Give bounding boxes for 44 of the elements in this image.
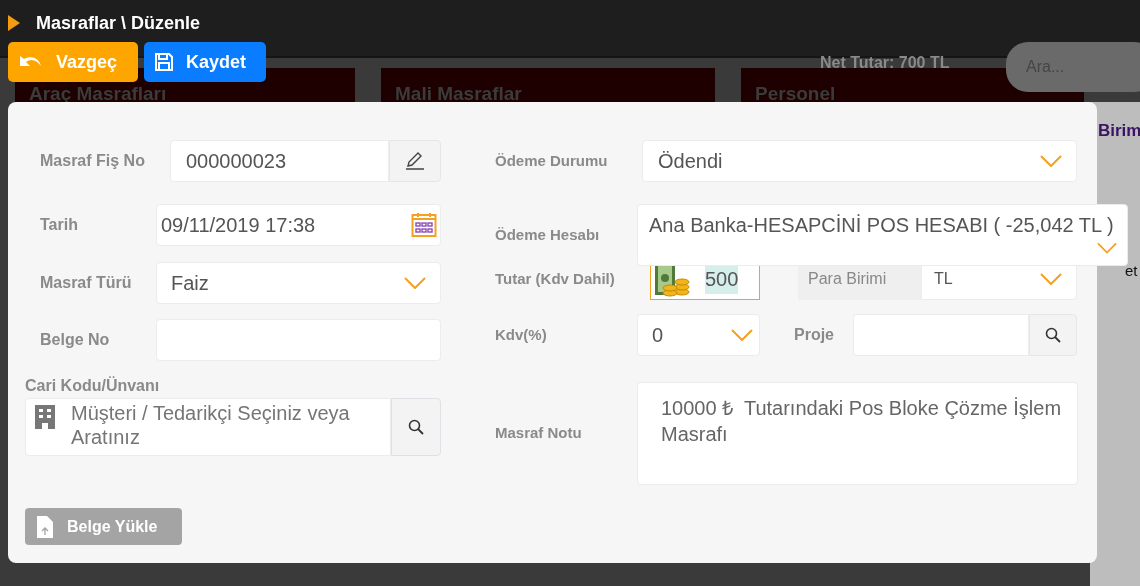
payment-status-select[interactable]: Ödendi: [642, 140, 1077, 182]
building-icon: [35, 405, 55, 429]
card-title: Mali Masraflar: [395, 82, 522, 106]
expense-type-select[interactable]: Faiz: [156, 262, 441, 304]
payment-account-select[interactable]: Ana Banka-HESAPCİNİ POS HESABI ( -25,042 TL ): [637, 204, 1128, 266]
edit-button[interactable]: [389, 140, 441, 182]
card-title: Araç Masrafları: [29, 82, 167, 106]
field-label: Ödeme Hesabı: [495, 224, 601, 245]
field-label: Belge No: [40, 330, 111, 350]
field-label: Tutar (Kdv Dahil): [495, 268, 616, 289]
chevron-down-icon: [731, 329, 753, 341]
table-text: et: [1125, 261, 1138, 281]
card-title: Personel: [755, 82, 836, 106]
field-label: Masraf Notu: [495, 423, 583, 444]
field-label: Ödeme Durumu: [495, 150, 609, 171]
field-label: Masraf Fiş No: [40, 151, 146, 171]
net-total: Net Tutar: 700 TL: [820, 53, 950, 73]
pencil-icon: [404, 151, 426, 171]
date-field[interactable]: 09/11/2019 17:38: [156, 204, 441, 246]
chevron-down-icon: [1097, 242, 1117, 254]
column-header: Birim: [1098, 120, 1140, 142]
calendar-icon: [411, 212, 437, 238]
search-button[interactable]: [1029, 314, 1077, 356]
save-icon: [154, 52, 174, 72]
field-label: Proje: [794, 325, 835, 345]
search-icon: [1045, 327, 1061, 343]
chevron-down-icon: [404, 277, 426, 289]
customer-field[interactable]: Müşteri / Tedarikçi Seçiniz veya Aratınız: [25, 398, 391, 456]
field-label: Tarih: [40, 215, 79, 235]
page-title: Masraflar \ Düzenle: [36, 13, 201, 33]
vat-select[interactable]: 0: [637, 314, 760, 356]
chevron-down-icon: [1040, 273, 1062, 285]
field-label: Masraf Türü: [40, 273, 133, 293]
receipt-number-field: 000000023: [170, 140, 389, 182]
file-upload-icon: [37, 515, 53, 538]
save-button[interactable]: Kaydet: [144, 42, 266, 82]
search-button[interactable]: [391, 398, 441, 456]
field-label: Kdv(%): [495, 324, 548, 345]
search-icon: [408, 419, 424, 435]
chevron-down-icon: [1040, 155, 1062, 167]
date-value: 09/11/2019 17:38: [161, 213, 316, 238]
field-label: Cari Kodu/Ünvanı: [25, 375, 161, 396]
note-field[interactable]: 10000 ₺ Tutarındaki Pos Bloke Çözme İşlem Masrafı: [637, 382, 1078, 485]
project-field[interactable]: [853, 314, 1029, 356]
